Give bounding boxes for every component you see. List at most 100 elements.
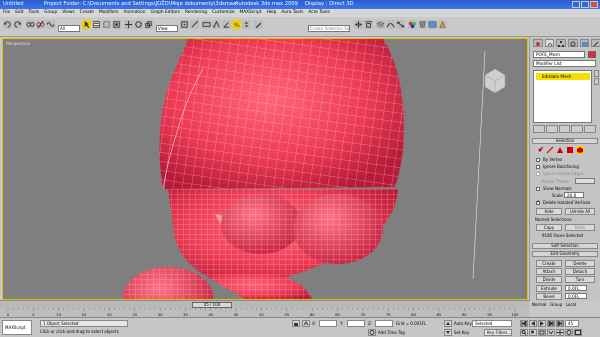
- z-coord-field[interactable]: [375, 320, 393, 327]
- redo-icon[interactable]: [13, 20, 22, 29]
- play-icon[interactable]: [538, 320, 546, 327]
- track-bar[interactable]: 0 5 10 15 20 25 30 35 40 45 50 55 60 65 70 75 80 85 90 95 10…: [0, 308, 529, 317]
- create-button[interactable]: Create: [536, 260, 562, 267]
- extrude-amount-field[interactable]: 0.0FL: [565, 285, 587, 291]
- ignore-backfacing-checkbox[interactable]: [536, 165, 540, 169]
- edit-geometry-rollout-header[interactable]: Edit Geometry: [532, 251, 598, 257]
- object-color-swatch[interactable]: [588, 51, 596, 58]
- local-label[interactable]: Local: [566, 302, 576, 307]
- schematic-view-icon[interactable]: [396, 20, 405, 29]
- edit-named-selection-icon[interactable]: [254, 20, 263, 29]
- render-setup-icon[interactable]: [418, 20, 427, 29]
- y-coord-field[interactable]: [347, 320, 365, 327]
- add-time-tag-button[interactable]: Add Time Tag: [378, 330, 405, 335]
- by-vertex-checkbox[interactable]: [536, 158, 540, 162]
- remove-modifier-icon[interactable]: [571, 125, 584, 133]
- make-unique-icon[interactable]: [558, 125, 571, 133]
- go-to-start-icon[interactable]: [520, 320, 528, 327]
- select-object-icon[interactable]: [82, 20, 91, 29]
- detach-button[interactable]: Detach: [565, 268, 595, 275]
- minimize-button[interactable]: [572, 1, 580, 8]
- percent-snap-icon[interactable]: %: [232, 20, 241, 29]
- rotate-icon[interactable]: [134, 20, 143, 29]
- delete-button[interactable]: Delete: [565, 260, 595, 267]
- modify-tab-icon[interactable]: [544, 39, 555, 47]
- align-icon[interactable]: [364, 20, 373, 29]
- menu-animation[interactable]: Animation: [124, 9, 146, 17]
- select-by-name-icon[interactable]: [92, 20, 101, 29]
- scale-field[interactable]: 20.0: [564, 192, 584, 198]
- menu-aura-tools[interactable]: Aura Tools: [281, 9, 303, 17]
- bevel-amount-field[interactable]: 0.0FL: [565, 293, 587, 299]
- perspective-viewport[interactable]: Perspective: [2, 38, 528, 300]
- spinner-snap-icon[interactable]: [242, 20, 251, 29]
- planar-thresh-field[interactable]: [575, 178, 595, 184]
- auto-key-button[interactable]: Auto Key: [454, 321, 472, 326]
- key-mode-icon[interactable]: [444, 320, 452, 327]
- maximize-viewport-icon[interactable]: [574, 329, 582, 336]
- group-label[interactable]: Group: [550, 302, 562, 307]
- field-of-view-icon[interactable]: [547, 329, 555, 336]
- time-slider[interactable]: 45 / 100: [0, 300, 529, 308]
- menu-group[interactable]: Group: [44, 9, 57, 17]
- move-icon[interactable]: [124, 20, 133, 29]
- current-frame-field[interactable]: 45: [565, 320, 579, 327]
- layer-manager-icon[interactable]: [376, 20, 385, 29]
- bind-space-warp-icon[interactable]: [46, 20, 55, 29]
- curve-editor-icon[interactable]: [386, 20, 395, 29]
- rectangular-selection-icon[interactable]: [102, 20, 111, 29]
- display-tab-icon[interactable]: [579, 39, 590, 47]
- x-coord-field[interactable]: [319, 320, 337, 327]
- paste-button[interactable]: Paste: [565, 224, 595, 231]
- maximize-button[interactable]: [581, 1, 589, 8]
- maxscript-listener[interactable]: MAXScript: [2, 320, 32, 335]
- unlink-icon[interactable]: [36, 20, 45, 29]
- delete-isolated-checkbox[interactable]: [536, 199, 540, 205]
- named-selection-set-field[interactable]: Create Selection Set: [308, 25, 350, 32]
- absolute-mode-icon[interactable]: [302, 320, 310, 327]
- undo-icon[interactable]: [3, 20, 12, 29]
- edge-icon[interactable]: [546, 146, 554, 154]
- zoom-icon[interactable]: [520, 329, 528, 336]
- lock-selection-icon[interactable]: [292, 320, 300, 327]
- copy-button[interactable]: Copy: [536, 224, 562, 231]
- orbit-icon[interactable]: [565, 329, 573, 336]
- window-crossing-icon[interactable]: [112, 20, 121, 29]
- motion-tab-icon[interactable]: [568, 39, 578, 47]
- snap-toggle-icon[interactable]: 3: [212, 20, 221, 29]
- go-to-end-icon[interactable]: [556, 320, 564, 327]
- configure-sets-icon[interactable]: [584, 125, 596, 133]
- menu-create[interactable]: Create: [80, 9, 94, 17]
- menu-file[interactable]: File: [3, 9, 10, 17]
- pin-stack-icon[interactable]: [594, 70, 599, 77]
- selection-rollout-header[interactable]: Selection: [532, 138, 598, 144]
- key-filters-button[interactable]: Key Filters...: [484, 329, 512, 336]
- modifier-list-dropdown[interactable]: Modifier List: [533, 60, 596, 67]
- polygon-icon[interactable]: [566, 146, 574, 154]
- attach-button[interactable]: Attach: [536, 268, 562, 275]
- next-frame-icon[interactable]: [547, 320, 555, 327]
- menu-edit[interactable]: Edit: [15, 9, 23, 17]
- previous-frame-icon[interactable]: [529, 320, 537, 327]
- reference-coordinate-dropdown[interactable]: View: [156, 25, 178, 32]
- zoom-all-icon[interactable]: [529, 329, 537, 336]
- unhide-all-button[interactable]: Unhide All: [565, 208, 595, 215]
- zoom-extents-icon[interactable]: [538, 329, 546, 336]
- select-link-icon[interactable]: [26, 20, 35, 29]
- menu-tools[interactable]: Tools: [29, 9, 40, 17]
- selection-filter-dropdown[interactable]: All: [58, 25, 80, 32]
- show-normals-checkbox[interactable]: [536, 187, 540, 191]
- element-icon[interactable]: [576, 146, 584, 154]
- soft-selection-rollout-header[interactable]: Soft Selection: [532, 243, 598, 249]
- key-selection-dropdown[interactable]: Selected: [472, 320, 512, 327]
- show-end-result-icon[interactable]: [594, 78, 599, 85]
- pin-icon[interactable]: [533, 125, 545, 133]
- create-tab-icon[interactable]: [533, 39, 543, 47]
- menu-graph-editors[interactable]: Graph Editors: [150, 9, 180, 17]
- ignore-visible-edges-checkbox[interactable]: [536, 172, 540, 176]
- bevel-button[interactable]: Bevel: [536, 293, 562, 300]
- vertex-icon[interactable]: [536, 146, 544, 154]
- pan-icon[interactable]: [556, 329, 564, 336]
- material-editor-icon[interactable]: [408, 20, 417, 29]
- hide-button[interactable]: Hide: [536, 208, 562, 215]
